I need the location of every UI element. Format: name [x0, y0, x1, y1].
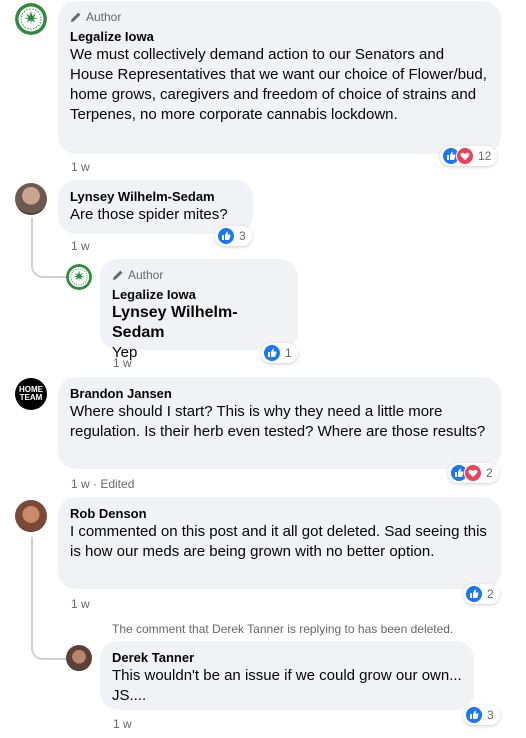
reaction-summary[interactable]: 2: [463, 584, 500, 604]
reaction-count: 3: [487, 708, 494, 722]
avatar-legalize-iowa[interactable]: [66, 264, 92, 290]
commenter-name[interactable]: Brandon Jansen: [70, 385, 489, 402]
reaction-count: 1: [285, 346, 292, 360]
author-badge: Author: [112, 267, 286, 283]
comment-time[interactable]: 1 w: [71, 597, 90, 611]
comment-bubble-legalize-iowa-reply: Author Legalize Iowa Lynsey Wilhelm-Seda…: [100, 259, 298, 361]
avatar-brandon[interactable]: HOME TEAM: [15, 378, 47, 410]
comment-text: Where should I start? This is why they n…: [70, 403, 486, 440]
commenter-name[interactable]: Legalize Iowa: [112, 286, 286, 303]
legalize-iowa-logo-icon: [66, 264, 92, 290]
comment-time[interactable]: 1 w: [113, 717, 132, 731]
reaction-summary[interactable]: 3: [215, 226, 252, 246]
like-icon: [465, 585, 483, 603]
avatar-legalize-iowa[interactable]: [15, 3, 47, 35]
reaction-summary[interactable]: 2: [448, 463, 499, 483]
love-icon: [464, 464, 482, 482]
comment-bubble-derek: Derek Tanner This wouldn't be an issue i…: [100, 641, 474, 710]
commenter-name[interactable]: Lynsey Wilhelm-Sedam: [70, 188, 241, 205]
commenter-name[interactable]: Rob Denson: [70, 505, 489, 522]
comment-time[interactable]: 1 w: [113, 356, 132, 370]
author-badge-label: Author: [128, 268, 164, 282]
thread-connector-curve: [31, 642, 67, 660]
comment-text: This wouldn't be an issue if we could gr…: [112, 667, 462, 704]
comment-text: We must collectively demand action to ou…: [70, 46, 487, 123]
comment-time[interactable]: 1 w: [71, 160, 90, 174]
thread-connector: [31, 218, 33, 258]
like-icon: [263, 344, 281, 362]
legalize-iowa-logo-icon: [15, 3, 47, 35]
thread-connector-curve: [31, 258, 67, 278]
pencil-icon: [113, 270, 123, 280]
avatar-lynsey[interactable]: [15, 183, 47, 215]
comment-text: Yep: [112, 344, 138, 361]
avatar-logo-text: HOME TEAM: [19, 385, 43, 402]
deleted-comment-note: The comment that Derek Tanner is replyin…: [112, 622, 454, 636]
comment-text: Are those spider mites?: [70, 206, 228, 223]
avatar-derek[interactable]: [66, 645, 92, 671]
reaction-count: 12: [478, 149, 492, 163]
reaction-count: 2: [487, 587, 494, 601]
avatar-rob[interactable]: [15, 500, 47, 532]
author-badge: Author: [70, 9, 489, 25]
commenter-name[interactable]: Legalize Iowa: [70, 28, 489, 45]
reaction-count: 3: [239, 229, 246, 243]
comment-text: I commented on this post and it all got …: [70, 523, 487, 560]
comment-bubble-legalize-iowa: Author Legalize Iowa We must collectivel…: [58, 1, 501, 154]
like-icon: [465, 706, 483, 724]
comment-bubble-rob: Rob Denson I commented on this post and …: [58, 497, 501, 589]
thread-connector: [31, 537, 33, 642]
reaction-summary[interactable]: 1: [261, 343, 298, 363]
comment-time[interactable]: 1 w: [71, 239, 90, 253]
reaction-summary[interactable]: 12: [440, 146, 498, 166]
like-icon: [217, 227, 235, 245]
mention-tag[interactable]: Lynsey Wilhelm-Sedam: [112, 303, 286, 343]
reaction-summary[interactable]: 3: [463, 705, 500, 725]
author-badge-label: Author: [86, 10, 122, 24]
commenter-name[interactable]: Derek Tanner: [112, 649, 462, 666]
comment-bubble-brandon: Brandon Jansen Where should I start? Thi…: [58, 377, 501, 469]
love-icon: [456, 147, 474, 165]
comment-time[interactable]: 1 w · Edited: [71, 477, 134, 491]
pencil-icon: [71, 12, 81, 22]
reaction-count: 2: [486, 466, 493, 480]
